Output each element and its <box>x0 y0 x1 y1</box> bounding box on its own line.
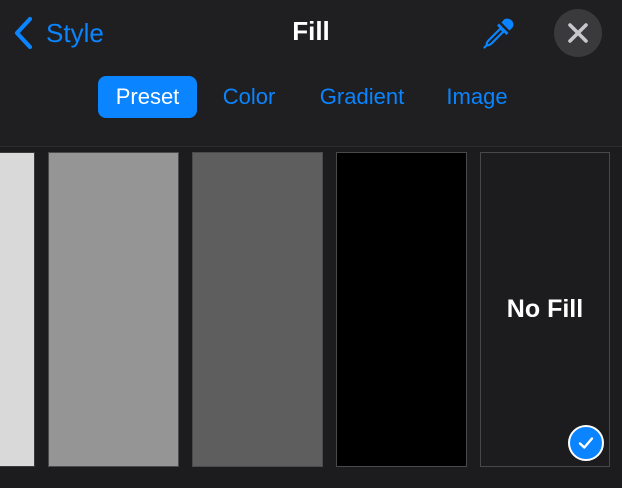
swatch-black[interactable] <box>336 152 467 467</box>
checkmark-icon <box>578 437 594 449</box>
swatch-light-gray[interactable] <box>0 152 35 467</box>
tab-image[interactable]: Image <box>434 76 520 118</box>
eyedropper-icon <box>483 18 514 49</box>
close-icon <box>568 23 588 43</box>
chevron-left-icon <box>14 16 33 50</box>
swatch-dark-gray[interactable] <box>192 152 323 467</box>
tab-gradient[interactable]: Gradient <box>306 76 418 118</box>
swatch-gray[interactable] <box>48 152 179 467</box>
eyedropper-button[interactable] <box>478 12 520 54</box>
tab-preset[interactable]: Preset <box>98 76 197 118</box>
tab-color[interactable]: Color <box>210 76 288 118</box>
no-fill-label: No Fill <box>506 295 584 323</box>
fill-type-tabs: Preset Color Gradient Image <box>0 76 622 120</box>
swatch-no-fill[interactable]: No Fill <box>480 152 610 467</box>
back-button[interactable]: Style <box>12 14 104 52</box>
close-button[interactable] <box>554 9 602 57</box>
back-label: Style <box>46 18 104 48</box>
fill-popover: Style Fill Preset Color Gradient Image N… <box>0 0 622 488</box>
selected-badge <box>568 425 604 461</box>
